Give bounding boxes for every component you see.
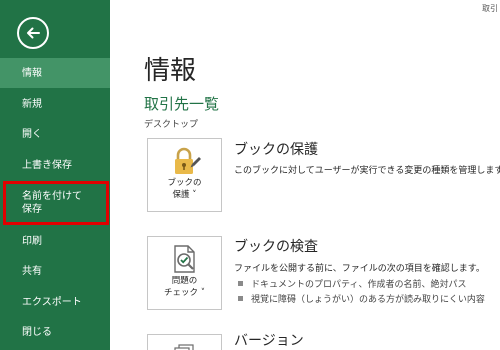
nav-export-label: エクスポート (22, 296, 82, 308)
inspect-bullet-2-text: 視覚に障碍（しょうがい）のある方が読み取りにくい内容 (251, 295, 485, 305)
nav-share-label: 共有 (22, 265, 42, 277)
document-location: デスクトップ (144, 120, 199, 130)
nav-print-label: 印刷 (22, 235, 42, 247)
manage-versions-button[interactable] (147, 334, 222, 350)
document-name: 取引先一覧 (144, 95, 220, 113)
nav-save-as-label-line2: 保存 (22, 204, 42, 215)
nav-print[interactable]: 印刷 (0, 227, 110, 255)
protect-workbook-label-line1: ブックの (167, 178, 202, 188)
nav-save-as-label: 名前を付けて 保存 (22, 190, 82, 216)
info-pane: 取引 情報 取引先一覧 デスクトップ ブックの 保護 ˅ ブックの保護 このブッ… (110, 0, 500, 350)
backstage-sidebar: 情報 新規 開く 上書き保存 名前を付けて 保存 印刷 共有 エクスポート 閉じ… (0, 0, 110, 350)
nav-save-as[interactable]: 名前を付けて 保存 (3, 181, 109, 225)
inspect-document-icon (174, 245, 195, 273)
bullet-square-icon (238, 281, 243, 286)
check-for-issues-label-line1: 問題の (171, 276, 198, 286)
check-for-issues-label-line2: チェック ˅ (164, 288, 205, 298)
nav-new-label: 新規 (22, 98, 42, 110)
protect-workbook-button[interactable]: ブックの 保護 ˅ (147, 138, 222, 212)
nav-export[interactable]: エクスポート (0, 288, 110, 316)
bullet-square-icon (238, 296, 243, 301)
nav-info[interactable]: 情報 (0, 58, 110, 88)
check-for-issues-button[interactable]: 問題の チェック ˅ (147, 236, 222, 310)
versions-icon (174, 344, 194, 350)
protect-workbook-title: ブックの保護 (234, 142, 318, 158)
inspect-bullet-2: 視覚に障碍（しょうがい）のある方が読み取りにくい内容 (238, 292, 485, 305)
nav-close[interactable]: 閉じる (0, 318, 110, 346)
inspect-workbook-title: ブックの検査 (234, 239, 318, 255)
inspect-bullet-1-text: ドキュメントのプロパティ、作成者の名前、絶対パス (251, 280, 467, 290)
nav-open-label: 開く (22, 128, 42, 140)
protect-workbook-label-line2: 保護 ˅ (172, 190, 197, 200)
back-arrow-icon (27, 27, 40, 39)
nav-close-label: 閉じる (22, 326, 52, 338)
page-title: 情報 (144, 56, 197, 86)
nav-open[interactable]: 開く (0, 120, 110, 148)
inspect-bullet-1: ドキュメントのプロパティ、作成者の名前、絶対パス (238, 277, 466, 290)
window-title-fragment: 取引 (482, 4, 498, 13)
nav-info-label: 情報 (22, 67, 42, 79)
nav-new[interactable]: 新規 (0, 90, 110, 118)
nav-save[interactable]: 上書き保存 (0, 151, 110, 179)
versions-title: バージョン (234, 333, 304, 349)
back-button[interactable] (17, 17, 49, 49)
inspect-workbook-description: ファイルを公開する前に、ファイルの次の項目を確認します。 (234, 264, 485, 274)
protect-workbook-description: このブックに対してユーザーが実行できる変更の種類を管理します。 (234, 166, 500, 176)
nav-save-label: 上書き保存 (22, 159, 72, 171)
nav-save-as-label-line1: 名前を付けて (22, 191, 82, 202)
nav-share[interactable]: 共有 (0, 257, 110, 285)
lock-icon (175, 147, 201, 174)
